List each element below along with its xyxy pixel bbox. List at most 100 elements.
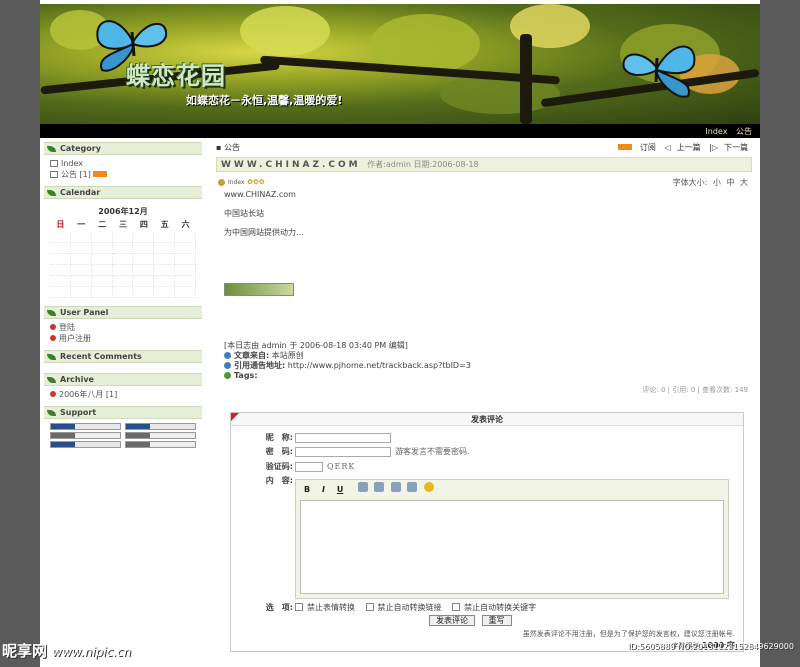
prev-post-link[interactable]: ◁ 上一篇 xyxy=(664,143,700,152)
smiley-icon[interactable] xyxy=(423,482,434,492)
sidebar-heading-archive: Archive xyxy=(44,373,202,386)
post-line: www.CHINAZ.com xyxy=(224,190,296,199)
captcha-input[interactable] xyxy=(295,462,323,472)
license-badge[interactable] xyxy=(125,441,196,448)
calendar-grid xyxy=(50,232,196,298)
sidebar-item-announcement[interactable]: 公告 [1] xyxy=(50,169,196,180)
checkbox[interactable] xyxy=(365,603,374,611)
top-nav-bar: Index 公告 xyxy=(40,124,760,138)
login-link[interactable]: 登陆 xyxy=(50,322,196,333)
calendar-day-cell xyxy=(154,265,176,276)
butterfly-icon xyxy=(622,45,696,98)
register-note: 虽然发表评论不用注册，但是为了保护您的发言权，建议您注册帐号. xyxy=(522,630,735,638)
calendar-day-cell xyxy=(91,276,113,287)
folder-icon xyxy=(50,171,58,178)
site-logo-title: 蝶恋花园 xyxy=(126,61,226,90)
password-hint: 游客发言不需要密码. xyxy=(395,447,470,456)
post-line: 为中国网站提供动力... xyxy=(224,228,304,237)
post-title-bar: WWW.CHINAZ.COM 作者:admin 日期:2006-08-18 xyxy=(216,157,752,172)
comment-editor: B I U xyxy=(295,479,729,599)
captcha-image: QERK xyxy=(327,462,356,471)
sidebar-item-index[interactable]: Index xyxy=(50,158,196,169)
bold-button[interactable]: B xyxy=(302,484,312,494)
nickname-input[interactable] xyxy=(295,433,391,443)
bullet-icon xyxy=(50,324,56,330)
calendar-day-cell xyxy=(175,232,196,243)
tag-icon xyxy=(224,372,231,379)
sidebar-heading-support: Support xyxy=(44,406,202,419)
italic-button[interactable]: I xyxy=(319,484,329,494)
w3c-xhtml-badge[interactable] xyxy=(50,423,121,430)
calendar-day-cell xyxy=(50,287,71,298)
font-size-switch: 字体大小: 小 中 大 xyxy=(672,178,748,187)
chinaz-logo-image[interactable] xyxy=(224,283,294,296)
nav-link-announcement[interactable]: 公告 xyxy=(736,127,752,136)
calendar-day-cell xyxy=(112,254,134,265)
sidebar: Category Index 公告 [1] Calendar 2006年12月 … xyxy=(44,142,202,454)
calendar-day-cell xyxy=(50,232,71,243)
calendar-day-cell xyxy=(91,254,113,265)
breadcrumb: ▪ 公告 xyxy=(216,143,240,152)
font-size-large[interactable]: 大 xyxy=(740,178,748,187)
bullet-icon xyxy=(50,335,56,341)
comment-textarea[interactable] xyxy=(300,500,724,594)
rss-icon xyxy=(617,144,632,150)
option-disable-emoticons[interactable]: 禁止表情转换 xyxy=(295,603,359,612)
calendar-day-cell xyxy=(175,243,196,254)
bullet-icon xyxy=(50,391,56,397)
rss-badge[interactable] xyxy=(50,432,121,439)
font-size-medium[interactable]: 中 xyxy=(726,178,734,187)
calendar-day-cell xyxy=(175,276,196,287)
calendar-day-cell xyxy=(154,287,176,298)
comment-form: 发表评论 昵 称: 密 码: 游客发言不需要密码. 验证码: QERK 内 容: xyxy=(230,412,744,652)
calendar-day-cell xyxy=(70,243,92,254)
sidebar-heading-category: Category xyxy=(44,142,202,155)
author-tag: Index xyxy=(216,179,245,186)
email-icon[interactable] xyxy=(390,482,401,492)
checkbox[interactable] xyxy=(452,603,461,611)
reset-button[interactable]: 重写 xyxy=(481,615,512,626)
watermark-id: ID:5605889 NO:20131123152849629000 xyxy=(627,642,794,651)
calendar-day-cell xyxy=(70,232,92,243)
calendar-day-cell xyxy=(175,265,196,276)
password-input[interactable] xyxy=(295,447,391,457)
leaf-icon xyxy=(47,410,56,416)
main-content: ▪ 公告 订阅 ◁ 上一篇 |▷ 下一篇 WWW.CHINAZ.COM 作者:adm… xyxy=(216,142,752,652)
calendar-day-cell xyxy=(50,265,71,276)
next-post-link[interactable]: |▷ 下一篇 xyxy=(709,143,748,152)
subscribe-link[interactable]: 订阅 xyxy=(612,143,656,152)
rating-stars-icon: ✿✿✿ xyxy=(247,178,265,186)
checkbox[interactable] xyxy=(295,603,303,611)
underline-button[interactable]: U xyxy=(335,484,345,494)
calendar-day-cell xyxy=(70,287,92,298)
leaf-icon xyxy=(47,310,56,316)
nav-link-index[interactable]: Index xyxy=(705,127,727,136)
option-disable-keywords[interactable]: 禁止自动转换关键字 xyxy=(452,603,540,612)
trackback-url[interactable]: http://www.pjhome.net/trackback.asp?tbID… xyxy=(288,361,471,370)
calendar-day-cell xyxy=(112,232,134,243)
calendar-day-cell xyxy=(91,243,113,254)
rss-icon[interactable] xyxy=(92,171,107,177)
register-link[interactable]: 用户注册 xyxy=(50,333,196,344)
link-icon xyxy=(224,362,231,369)
sidebar-heading-calendar: Calendar xyxy=(44,186,202,199)
quote-icon[interactable] xyxy=(407,482,418,492)
font-size-small[interactable]: 小 xyxy=(713,178,721,187)
post-stats: 评论: 0 | 引用: 0 | 查看次数: 149 xyxy=(642,386,748,394)
atom-badge[interactable] xyxy=(125,432,196,439)
archive-item[interactable]: 2006年八月 [1] xyxy=(50,389,196,400)
post-line: 中国站长站 xyxy=(224,209,264,218)
w3c-css-badge[interactable] xyxy=(125,423,196,430)
sidebar-heading-user-panel: User Panel xyxy=(44,306,202,319)
link-icon[interactable] xyxy=(374,482,385,492)
calendar-day-cell xyxy=(133,232,155,243)
post-title[interactable]: WWW.CHINAZ.COM xyxy=(221,160,361,170)
calendar-day-cell xyxy=(154,254,176,265)
option-disable-autolink[interactable]: 禁止自动转换链接 xyxy=(365,603,446,612)
submit-comment-button[interactable]: 发表评论 xyxy=(429,615,475,626)
image-icon[interactable] xyxy=(357,482,368,492)
calendar-weekdays: 日一二三四五六 xyxy=(56,220,190,229)
firefox-badge[interactable] xyxy=(50,441,121,448)
calendar-day-cell xyxy=(133,243,155,254)
nickname-label: 昵 称: xyxy=(265,433,293,442)
